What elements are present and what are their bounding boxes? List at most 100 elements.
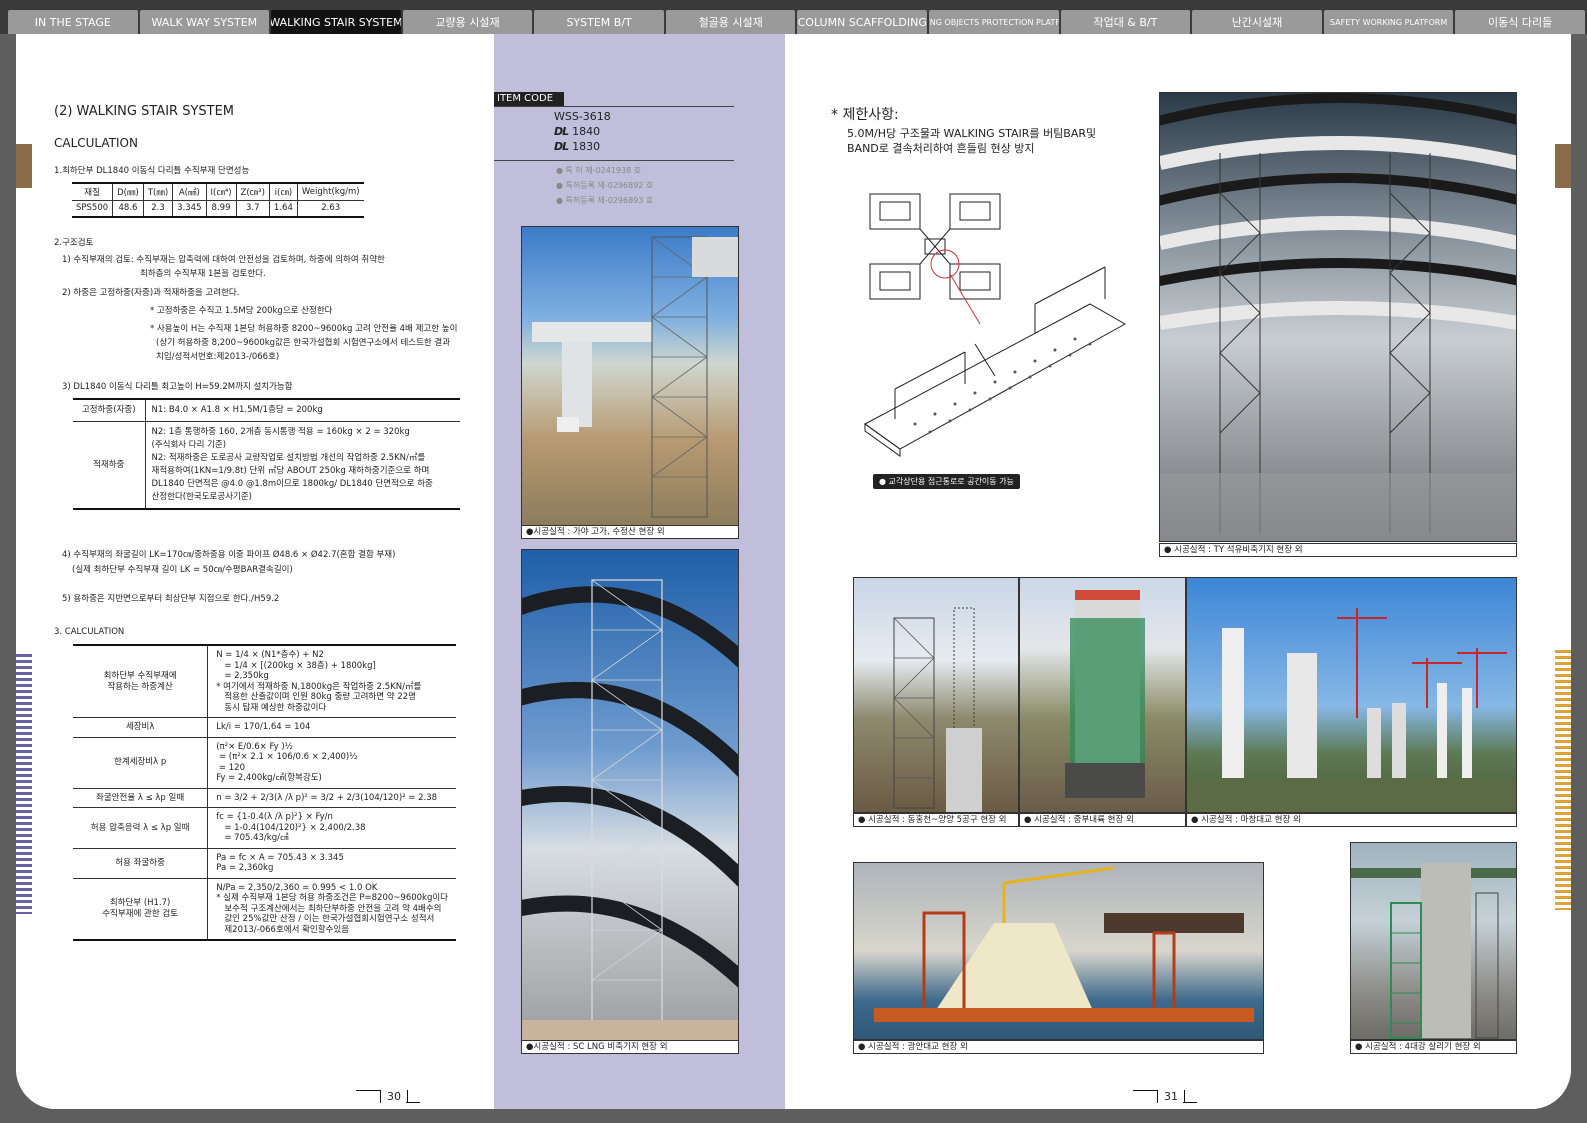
table-row: 허용 좌굴하중 Pa = fc × A = 705.43 × 3.345 Pa = … bbox=[73, 848, 456, 879]
caption-jungbu: ● 시공실적 : 중부내륙 현장 외 bbox=[1019, 813, 1186, 827]
row-line: fc = {1-0.4(λ /λ p)²} × Fy/n bbox=[216, 812, 333, 822]
load-table: 고정하중(자중) N1: B4.0 × A1.8 × H1.5M/1층당 = 20… bbox=[73, 398, 460, 510]
restriction-line-1: 5.0M/H당 구조물과 WALKING STAIR를 버팀BAR및 bbox=[847, 127, 1097, 140]
prop-value-cell: 3.7 bbox=[235, 199, 270, 218]
photo-salligi bbox=[1350, 842, 1517, 1040]
tab-9[interactable]: 작업대 & B/T bbox=[1060, 10, 1191, 34]
tab-10[interactable]: 난간시설재 bbox=[1192, 10, 1322, 34]
row-content: n = 3/2 + 2/3(λ /λ p)² = 3/2 + 2/3(104/1… bbox=[207, 788, 456, 808]
tab-8[interactable]: FALLING OBJECTS PROTECTION PLATFORM bbox=[929, 10, 1059, 34]
row-line: Lk/i = 170/1.64 = 104 bbox=[216, 722, 311, 732]
tab-2[interactable]: WALK WAY SYSTEM bbox=[139, 10, 270, 34]
caption-gwangan: ● 시공실적 : 광안대교 현장 외 bbox=[853, 1040, 1264, 1054]
row-line: 동시 탑재 예상한 하중값이다 bbox=[216, 702, 327, 713]
row-line: (π²× E/0.6× Fy )½ bbox=[216, 741, 293, 752]
restriction-text: 5.0M/H당 구조물과 WALKING STAIR를 버팀BAR및 BAND로… bbox=[847, 126, 1096, 156]
table-row: 최하단부 수직부재에 작용하는 하중계산 N = 1/4 × (N1*층수) + … bbox=[73, 644, 456, 718]
photo1-caption: ●시공실적 : 가야 고가, 수정산 현장 외 bbox=[521, 525, 739, 539]
row-line: * 실제 수직부재 1본당 허용 하중조건은 P=8200~9600kg이다 bbox=[216, 893, 448, 903]
table-row: 허용 압축응력 λ ≤ λp 일때 fc = {1-0.4(λ /λ p)²} ×… bbox=[73, 807, 456, 849]
row-line: = 1-0.4(104/120)²} × 2,400/2.38 bbox=[216, 822, 366, 833]
prop-value-cell: 48.6 bbox=[112, 199, 144, 218]
row-line: N1: B4.0 × A1.8 × H1.5M/1층당 = 200kg bbox=[151, 405, 323, 415]
prop-header-cell: A(㎟) bbox=[172, 182, 206, 201]
catalog-spread: (2) WALKING STAIR SYSTEM CALCULATION 1.최… bbox=[16, 34, 1571, 1109]
overpass-scaffold-illustration bbox=[532, 236, 738, 518]
item5: 5) 용하중은 지반면으로부터 최상단부 지점으로 한다./H59.2 bbox=[62, 594, 280, 604]
row-line: N2: 적재하중은 도로공사 교량작업로 설치방법 개선의 작업하중 2.5KN… bbox=[151, 453, 426, 463]
row-key: 허용 압축응력 λ ≤ λp 일때 bbox=[73, 807, 209, 849]
tab-5[interactable]: SYSTEM B/T bbox=[534, 10, 664, 34]
code-wss: WSS-3618 bbox=[554, 110, 611, 123]
item2-2: 2) 하중은 고정하중(자중)과 적재하중을 고려한다. bbox=[62, 288, 240, 298]
tab-3[interactable]: WALKING STAIR SYSTEM bbox=[271, 10, 401, 34]
tab-11[interactable]: SAFETY WORKING PLATFORM bbox=[1323, 10, 1454, 34]
tab-6[interactable]: 철골용 시설재 bbox=[665, 10, 796, 34]
row-line: = 120 bbox=[216, 762, 245, 773]
table-row: 세장비λ Lk/i = 170/1.64 = 104 bbox=[73, 717, 456, 738]
row-content: N1: B4.0 × A1.8 × H1.5M/1층당 = 200kg bbox=[145, 398, 460, 422]
row-line: 제2013/-066호에서 확인할수있음 bbox=[216, 924, 350, 935]
row-key: 고정하중(자중) bbox=[73, 398, 146, 422]
row-key: 최하단부 (H1.7) 수직부재에 관한 검토 bbox=[73, 878, 209, 941]
photo-ty-oil-storage bbox=[1159, 92, 1517, 542]
tab-1[interactable]: IN THE STAGE bbox=[8, 10, 138, 34]
row-key: 세장비λ bbox=[73, 717, 209, 738]
item-code-band: ITEM CODE WSS-3618 DL 1840 DL 1830 ● 특 허 제… bbox=[494, 34, 785, 1109]
left-edge-photo-strip bbox=[16, 144, 32, 188]
photo-donghong bbox=[853, 577, 1019, 813]
row-content: N = 1/4 × (N1*층수) + N2 = 1/4 × [(200kg ×… bbox=[207, 644, 456, 718]
row-line: N = 1/4 × (N1*층수) + N2 bbox=[216, 650, 324, 660]
caption-salligi: ● 시공실적 : 4대강 살리기 현장 외 bbox=[1350, 1040, 1517, 1054]
row-line: N/Pa = 2,350/2,360 = 0.995 < 1.0 OK bbox=[216, 882, 378, 893]
row-line: 산정한다(한국도로공사기준) bbox=[151, 492, 252, 502]
row-line: Pa = fc × A = 705.43 × 3.345 bbox=[216, 852, 344, 863]
restriction-title: * 제한사항: bbox=[831, 107, 899, 123]
page-number-left: 30 bbox=[380, 1090, 408, 1103]
patent-1: ● 특 허 제-0241938 호 bbox=[556, 166, 642, 175]
row-content: N2: 1층 통행하중 160, 2개층 동시통행 적용 = 160kg × 2… bbox=[145, 421, 460, 510]
note1: * 고정하중은 수직고 1.5M당 200kg으로 산정한다 bbox=[150, 306, 333, 316]
row-line: (주식회사 다리 기준) bbox=[151, 440, 227, 450]
row-line: = 1/4 × [(200kg × 38층) + 1800kg] bbox=[216, 660, 376, 671]
row-line: 적용한 산출값이며 인원 80kg 중량 고려하면 약 22명 bbox=[216, 692, 416, 702]
prop-header-cell: I(㎝⁴) bbox=[205, 182, 237, 201]
row-line: Fy = 2,400kg/㎠(항복강도) bbox=[216, 773, 322, 783]
tab-12[interactable]: 이동식 다리들 bbox=[1455, 10, 1585, 34]
restriction-line-2: BAND로 결속처리하여 흔들림 현상 방지 bbox=[847, 142, 1035, 155]
row-line: = 2,350kg bbox=[216, 671, 269, 681]
row-key: 적재하중 bbox=[73, 421, 146, 510]
prop-header-cell: D(㎜) bbox=[112, 182, 144, 201]
row-line: = 705.43/kg/㎠ bbox=[216, 833, 289, 843]
photo-gwangan bbox=[853, 862, 1264, 1040]
item2-heading: 2.구조검토 bbox=[54, 238, 94, 248]
tab-4[interactable]: 교량용 시설재 bbox=[402, 10, 533, 34]
tab-7[interactable]: COLUMN SCAFFOLDING bbox=[797, 10, 928, 34]
patent-3: ● 특허등록 제-0296893 호 bbox=[556, 196, 654, 205]
row-key: 최하단부 수직부재에 작용하는 하중계산 bbox=[73, 644, 209, 718]
note2c: 치임/성적서번호:제2013-/066호) bbox=[156, 352, 280, 362]
row-content: fc = {1-0.4(λ /λ p)²} × Fy/n = 1-0.4(104… bbox=[207, 807, 456, 849]
left-edge-stripes bbox=[16, 654, 32, 914]
item-code-rule-2 bbox=[494, 160, 734, 161]
page-rule-right-2 bbox=[1183, 1102, 1197, 1103]
section-property-table: 재질 D(㎜) T(㎜) A(㎟) I(㎝⁴) Z(㎝³) i(㎝) Weight(kg/m)… bbox=[72, 182, 364, 218]
item3: 3) DL1840 이동식 다리틀 최고높이 H=59.2M까지 설치가능함 bbox=[62, 382, 293, 392]
item-code-rule bbox=[494, 106, 734, 107]
row-key: 한계세장비λ p bbox=[73, 737, 209, 789]
row-content: N/Pa = 2,350/2,360 = 0.995 < 1.0 OK * 실제 … bbox=[207, 878, 456, 941]
row-line: 보수적 구조계산에서는 최하단부하중 안전을 고려 약 4배수의 bbox=[216, 903, 442, 914]
item4a: 4) 수직부재의 좌굴길이 LK=170㎝/중하중용 이중 파이프 Ø48.6 … bbox=[62, 550, 396, 560]
photo-jungbu bbox=[1019, 577, 1186, 813]
lng-stair-illustration bbox=[522, 579, 738, 1048]
diagram-caption: ● 교각상단용 접근통로로 공간이동 가능 bbox=[873, 474, 1020, 489]
prop-value-cell: 1.64 bbox=[268, 199, 298, 218]
row-line: Pa = 2,360kg bbox=[216, 863, 274, 873]
right-page: * 제한사항: 5.0M/H당 구조물과 WALKING STAIR를 버팀BA… bbox=[785, 34, 1571, 1109]
note2b: (상기 허용하중 8,200~9600kg값은 한국가설협회 시험연구소에서 테… bbox=[156, 338, 451, 348]
jungbu-pier-illustration bbox=[1065, 590, 1145, 798]
item1-heading: 1.최하단부 DL1840 이동식 다리틀 수직부재 단면성능 bbox=[54, 166, 250, 176]
photo-machang bbox=[1186, 577, 1517, 813]
salligi-pier-illustration bbox=[1351, 863, 1516, 1039]
table-row: 한계세장비λ p (π²× E/0.6× Fy )½ = (π²× 2.1 × 1… bbox=[73, 737, 456, 789]
